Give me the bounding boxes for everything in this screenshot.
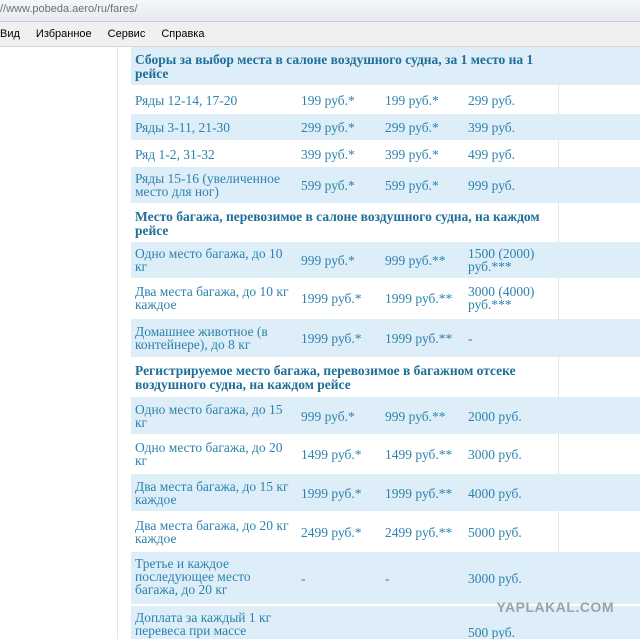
table-row: Два места багажа, до 20 кг каждое 2499 р… — [131, 513, 640, 550]
price-col-2: 599 руб.* — [385, 178, 439, 193]
price-col-1: 299 руб.* — [301, 120, 355, 135]
table-row: Одно место багажа, до 10 кг 999 руб.* 99… — [131, 242, 640, 278]
table-row: Ряды 15-16 (увеличенное место для ног) 5… — [131, 167, 640, 203]
price-col-1: 999 руб.* — [301, 409, 355, 424]
price-col-3: 4000 руб. — [468, 486, 522, 501]
row-label: Одно место багажа, до 10 кг — [135, 246, 283, 274]
menu-bar: Вид Избранное Сервис Справка — [0, 22, 640, 47]
price-col-2: 1999 руб.** — [385, 291, 453, 306]
section-title-cabin-baggage: Место багажа, перевозимое в салоне возду… — [135, 209, 540, 238]
watermark: YAPLAKAL.COM — [496, 599, 614, 615]
price-col-2: 399 руб.* — [385, 147, 439, 162]
price-col-3: 499 руб. — [468, 147, 516, 162]
row-label: Одно место багажа, до 15 кг — [135, 402, 283, 430]
price-col-3: 1500 (2000) руб.*** — [468, 246, 535, 274]
price-col-2: 299 руб.* — [385, 120, 439, 135]
price-col-2: 2499 руб.** — [385, 525, 453, 540]
price-col-2: - — [385, 571, 390, 586]
row-label: Домашнее животное (в контейнере), до 8 к… — [135, 324, 268, 352]
table-row: Ряд 1-2, 31-32 399 руб.* 399 руб.* 499 р… — [131, 142, 640, 166]
price-col-2: 1999 руб.** — [385, 331, 453, 346]
price-col-3: - — [468, 331, 473, 346]
price-col-3: 999 руб. — [468, 178, 516, 193]
row-label: Доплата за каждый 1 кг перевеса при масс… — [135, 610, 272, 638]
price-col-3: 399 руб. — [468, 120, 516, 135]
price-col-2: 199 руб.* — [385, 93, 439, 108]
price-col-1: 399 руб.* — [301, 147, 355, 162]
price-col-2: 999 руб.** — [385, 409, 446, 424]
price-col-3: 500 руб. — [468, 625, 516, 639]
table-row: Два места багажа, до 10 кг каждое 1999 р… — [131, 280, 640, 316]
menu-help[interactable]: Справка — [161, 28, 204, 40]
menu-tools[interactable]: Сервис — [108, 28, 146, 40]
price-col-1: 1999 руб.* — [301, 486, 362, 501]
row-label: Одно место багажа, до 20 кг — [135, 440, 283, 468]
price-col-1: 1499 руб.* — [301, 447, 362, 462]
price-col-1: - — [301, 571, 306, 586]
price-col-2: 999 руб.** — [385, 253, 446, 268]
table-row: Третье и каждое последующее место багажа… — [131, 552, 640, 604]
price-col-3: 5000 руб. — [468, 525, 522, 540]
row-label: Третье и каждое последующее место багажа… — [135, 556, 251, 597]
menu-view[interactable]: Вид — [0, 28, 20, 40]
price-col-3: 3000 (4000) руб.*** — [468, 284, 535, 312]
section-title-checked-baggage: Регистрируемое место багажа, перевозимое… — [135, 363, 516, 392]
address-bar[interactable]: //www.pobeda.aero/ru/fares/ — [0, 0, 640, 22]
table-row: Ряды 3-11, 21-30 299 руб.* 299 руб.* 399… — [131, 114, 640, 140]
page-content: Сборы за выбор места в салоне воздушного… — [0, 47, 640, 639]
price-col-2: 1499 руб.** — [385, 447, 453, 462]
price-col-3: 3000 руб. — [468, 447, 522, 462]
row-label: Два места багажа, до 20 кг каждое — [135, 518, 289, 546]
table-row: Ряды 12-14, 17-20 199 руб.* 199 руб.* 29… — [131, 88, 640, 112]
fares-table: Сборы за выбор места в салоне воздушного… — [117, 47, 640, 639]
row-label: Два места багажа, до 15 кг каждое — [135, 479, 289, 507]
row-label: Ряды 15-16 (увеличенное место для ног) — [135, 171, 281, 199]
table-row: Одно место багажа, до 20 кг 1499 руб.* 1… — [131, 436, 640, 472]
price-col-1: 999 руб.* — [301, 253, 355, 268]
price-col-1: 199 руб.* — [301, 93, 355, 108]
table-row: Два места багажа, до 15 кг каждое 1999 р… — [131, 474, 640, 511]
row-label: Два места багажа, до 10 кг каждое — [135, 284, 289, 312]
price-col-3: 3000 руб. — [468, 571, 522, 586]
section-title-seat-selection: Сборы за выбор места в салоне воздушного… — [131, 47, 640, 85]
price-col-1: 1999 руб.* — [301, 331, 362, 346]
price-col-3: 2000 руб. — [468, 409, 522, 424]
row-label: Ряд 1-2, 31-32 — [135, 147, 215, 162]
row-label: Ряды 12-14, 17-20 — [135, 93, 238, 108]
price-col-1: 599 руб.* — [301, 178, 355, 193]
price-col-2: 1999 руб.** — [385, 486, 453, 501]
price-col-1: 1999 руб.* — [301, 291, 362, 306]
table-row: Домашнее животное (в контейнере), до 8 к… — [131, 319, 640, 357]
row-label: Ряды 3-11, 21-30 — [135, 120, 231, 135]
price-col-1: 2499 руб.* — [301, 525, 362, 540]
price-col-3: 299 руб. — [468, 93, 516, 108]
table-row: Одно место багажа, до 15 кг 999 руб.* 99… — [131, 397, 640, 434]
url-text[interactable]: //www.pobeda.aero/ru/fares/ — [0, 3, 138, 15]
menu-favorites[interactable]: Избранное — [36, 28, 92, 40]
